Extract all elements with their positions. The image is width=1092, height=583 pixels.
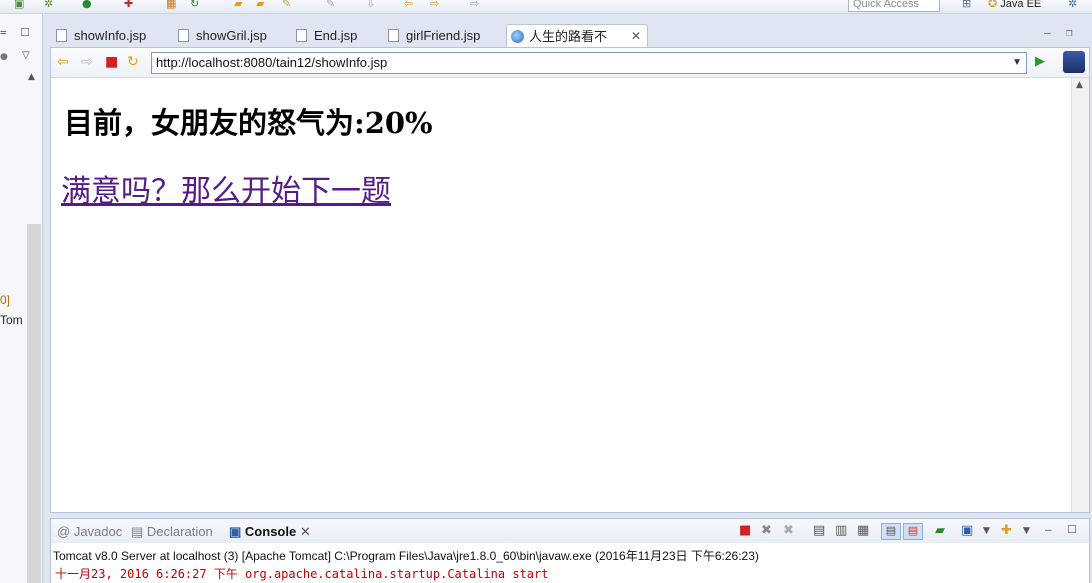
left-fragment: 0] bbox=[0, 293, 11, 307]
url-input[interactable]: http://localhost:8080/tain12/showInfo.js… bbox=[151, 52, 1027, 74]
tab-showgril[interactable]: showGril.jsp bbox=[174, 24, 286, 47]
view-menu-icon[interactable]: ▽ bbox=[22, 50, 30, 61]
clear-console-icon[interactable]: ▤ bbox=[813, 523, 825, 538]
go-icon[interactable]: ▶ bbox=[1035, 54, 1045, 69]
tab-label: Javadoc bbox=[73, 524, 123, 539]
run-icon[interactable]: ● bbox=[82, 0, 92, 11]
left-scrollbar[interactable] bbox=[27, 224, 41, 583]
jsp-file-icon bbox=[388, 29, 399, 42]
perspective-switcher[interactable]: ✪ Java EE bbox=[988, 0, 1041, 13]
web-page: 目前，女朋友的怒气为:20% 满意吗？那么开始下一题 bbox=[51, 78, 1071, 512]
collapse-icon[interactable]: ● bbox=[0, 52, 8, 62]
at-icon: @ bbox=[57, 524, 71, 539]
last-edit-icon[interactable]: ⇨ bbox=[470, 0, 479, 11]
next-annotation-icon[interactable]: ⇩ bbox=[366, 0, 375, 11]
jsp-file-icon bbox=[296, 29, 307, 42]
annotation-icon[interactable]: ✎ bbox=[326, 0, 335, 11]
internal-browser: ⇦ ⇨ ■ ↻ http://localhost:8080/tain12/sho… bbox=[50, 47, 1090, 513]
open-type-icon[interactable]: ▦ bbox=[166, 0, 176, 11]
perspective-label: Java EE bbox=[1000, 0, 1042, 10]
scroll-up-icon[interactable]: ▲ bbox=[28, 72, 35, 82]
main-toolbar: ▣ ✲ ● ✚ ▦ ↻ ▰ ▰ ✎ ✎ ⇩ ⇦ ⇨ ⇨ Quick Access… bbox=[0, 0, 1092, 14]
tab-browser[interactable]: 人生的路看不清... ✕ bbox=[506, 24, 648, 67]
external-tools-icon[interactable]: ✚ bbox=[124, 0, 133, 11]
back-icon[interactable]: ⇦ bbox=[57, 54, 69, 70]
display-console-icon[interactable]: ▣ bbox=[961, 523, 973, 538]
new-wizard-icon[interactable]: ▣ bbox=[14, 0, 24, 11]
stop-icon[interactable]: ■ bbox=[105, 54, 118, 70]
console-log-line: 十一月23, 2016 6:26:27 下午 org.apache.catali… bbox=[55, 567, 549, 581]
scroll-lock-icon[interactable]: ▥ bbox=[835, 523, 847, 538]
left-fragment: Tom bbox=[0, 313, 23, 327]
tab-label: girlFriend.jsp bbox=[406, 28, 481, 43]
open-perspective-icon[interactable]: ⊞ bbox=[962, 0, 971, 11]
java-ee-icon: ✪ bbox=[988, 0, 998, 10]
declaration-icon: ▤ bbox=[131, 524, 144, 539]
console-status: Tomcat v8.0 Server at localhost (3) [Apa… bbox=[53, 549, 759, 563]
jsp-file-icon bbox=[178, 29, 189, 42]
back-nav-icon[interactable]: ⇦ bbox=[404, 0, 413, 11]
remove-all-icon[interactable]: ✖ bbox=[783, 523, 794, 538]
next-question-link[interactable]: 满意吗？那么开始下一题 bbox=[61, 166, 391, 210]
external-browser-icon[interactable] bbox=[1063, 51, 1085, 73]
left-view: = ☐ ● ▽ ▲ 0] Tom bbox=[0, 14, 43, 583]
remove-launch-icon[interactable]: ✖ bbox=[761, 523, 772, 538]
terminate-icon[interactable]: ■ bbox=[739, 523, 751, 538]
minimize-view-icon[interactable]: — bbox=[1045, 523, 1052, 536]
debug-perspective-icon[interactable]: ✲ bbox=[1068, 0, 1077, 11]
show-on-stdout-icon[interactable]: ▤ bbox=[881, 523, 901, 540]
open-folder-icon[interactable]: ▰ bbox=[234, 0, 242, 11]
tab-console[interactable]: ▣ Console ✕ bbox=[229, 524, 311, 540]
tab-javadoc[interactable]: @ Javadoc bbox=[57, 524, 122, 539]
url-text: http://localhost:8080/tain12/showInfo.js… bbox=[156, 55, 388, 70]
jsp-file-icon bbox=[56, 29, 67, 42]
debug-icon[interactable]: ✲ bbox=[44, 0, 53, 11]
maximize-editor-icon[interactable]: ❐ bbox=[1066, 26, 1073, 39]
console-icon: ▣ bbox=[229, 524, 242, 539]
minimize-editor-icon[interactable]: — bbox=[1044, 26, 1051, 39]
quick-access-input[interactable]: Quick Access bbox=[848, 0, 940, 12]
open-file-icon[interactable]: ▰ bbox=[256, 0, 264, 11]
close-tab-icon[interactable]: ✕ bbox=[631, 25, 641, 48]
tab-label: Declaration bbox=[146, 524, 213, 539]
tab-declaration[interactable]: ▤ Declaration bbox=[131, 524, 213, 540]
tab-showinfo[interactable]: showInfo.jsp bbox=[52, 24, 172, 47]
page-title: 目前，女朋友的怒气为:20% bbox=[64, 106, 433, 140]
word-wrap-icon[interactable]: ▦ bbox=[857, 523, 869, 538]
page-scrollbar[interactable]: ▲ bbox=[1071, 78, 1089, 512]
tab-end[interactable]: End.jsp bbox=[292, 24, 382, 47]
close-icon[interactable]: ✕ bbox=[300, 524, 311, 539]
scroll-up-icon[interactable]: ▲ bbox=[1076, 80, 1083, 90]
forward-nav-icon[interactable]: ⇨ bbox=[430, 0, 439, 11]
console-view: @ Javadoc ▤ Declaration ▣ Console ✕ ■ ✖ … bbox=[50, 518, 1090, 583]
tab-girlfriend[interactable]: girlFriend.jsp bbox=[384, 24, 502, 47]
chevron-down-icon[interactable]: ▼ bbox=[983, 526, 990, 536]
refresh-page-icon[interactable]: ↻ bbox=[127, 54, 139, 70]
globe-icon bbox=[511, 30, 524, 43]
show-on-stderr-icon[interactable]: ▤ bbox=[903, 523, 923, 540]
chevron-down-icon[interactable]: ▼ bbox=[1012, 53, 1022, 73]
maximize-view-icon[interactable]: ☐ bbox=[20, 26, 30, 39]
tab-label: End.jsp bbox=[314, 28, 358, 43]
refresh-icon[interactable]: ↻ bbox=[190, 0, 199, 11]
tab-label: Console bbox=[244, 524, 297, 539]
browser-navbar: ⇦ ⇨ ■ ↻ http://localhost:8080/tain12/sho… bbox=[51, 48, 1089, 78]
minimize-view-icon[interactable]: = bbox=[0, 26, 7, 39]
search-icon[interactable]: ✎ bbox=[282, 0, 291, 11]
maximize-view-icon[interactable]: ☐ bbox=[1067, 523, 1077, 536]
open-console-icon[interactable]: ✚ bbox=[1001, 523, 1012, 538]
tab-label: showInfo.jsp bbox=[74, 28, 147, 43]
tab-label: showGril.jsp bbox=[196, 28, 267, 43]
console-tabs: @ Javadoc ▤ Declaration ▣ Console ✕ ■ ✖ … bbox=[51, 519, 1089, 543]
chevron-down-icon[interactable]: ▼ bbox=[1023, 526, 1030, 536]
pin-console-icon[interactable]: ▰ bbox=[935, 523, 945, 538]
editor-tabs: showInfo.jsp showGril.jsp End.jsp girlFr… bbox=[50, 22, 1090, 67]
forward-icon[interactable]: ⇨ bbox=[81, 54, 93, 70]
